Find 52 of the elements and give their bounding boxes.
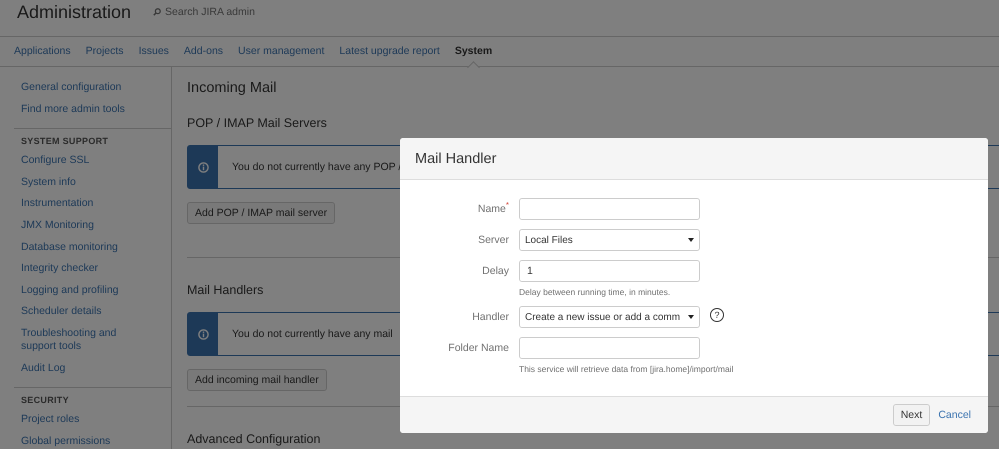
nav-tab[interactable]: Projects <box>86 37 124 66</box>
select-field[interactable]: Create a new issue or add a comm <box>519 306 700 328</box>
text-field[interactable] <box>519 337 700 359</box>
nav-tab[interactable]: Applications <box>14 37 71 66</box>
sidebar-link[interactable]: System info <box>21 176 151 189</box>
sidebar-link[interactable]: Find more admin tools <box>21 102 151 116</box>
dialog-title: Mail Handler <box>400 138 988 180</box>
text-field[interactable] <box>519 198 700 220</box>
caret-icon <box>688 315 694 319</box>
sidebar-link[interactable]: Project roles <box>21 413 151 426</box>
sidebar-link[interactable]: Troubleshooting and support tools <box>21 326 151 353</box>
field-hint: Delay between running time, in minutes. <box>519 287 670 297</box>
sidebar-link[interactable]: Database monitoring <box>21 240 151 254</box>
sidebar-link[interactable]: Global permissions <box>21 434 151 448</box>
sidebar-link[interactable]: JMX Monitoring <box>21 218 151 232</box>
select-field[interactable]: Local Files <box>519 229 700 251</box>
sidebar-link[interactable]: General configuration <box>21 81 151 94</box>
field-label: Folder Name <box>447 341 509 356</box>
text-field[interactable]: 1 <box>519 260 700 282</box>
nav-tab[interactable]: Latest upgrade report <box>339 37 440 66</box>
sidebar-link[interactable]: Scheduler details <box>21 305 151 318</box>
sidebar-heading: SECURITY <box>21 395 70 406</box>
next-button[interactable]: Next <box>892 404 930 426</box>
cancel-link[interactable]: Cancel <box>938 409 971 421</box>
page-heading: Incoming Mail <box>187 80 278 96</box>
sidebar-link[interactable]: Integrity checker <box>21 262 151 276</box>
nav-tab[interactable]: User management <box>238 37 324 66</box>
caret-icon <box>688 238 694 242</box>
add-button[interactable]: Add POP / IMAP mail server <box>187 202 336 224</box>
section-heading: Mail Handlers <box>187 283 264 297</box>
field-hint: This service will retrieve data from [jira.home]/import/mail <box>519 364 734 374</box>
sidebar-heading: SYSTEM SUPPORT <box>21 136 110 146</box>
nav-tab[interactable]: Add-ons <box>184 37 224 66</box>
help-icon[interactable]: ? <box>710 308 724 322</box>
sidebar-link[interactable]: Configure SSL <box>21 154 151 168</box>
info-icon <box>198 328 208 340</box>
page-title: Administration <box>17 2 132 22</box>
field-label: Delay <box>481 264 509 279</box>
nav-tab[interactable]: Issues <box>138 37 169 66</box>
field-label: Handler <box>471 310 509 325</box>
info-icon <box>198 162 208 172</box>
sidebar-link[interactable]: Logging and profiling <box>21 284 151 297</box>
search-icon <box>153 8 162 16</box>
sidebar-link[interactable]: Instrumentation <box>21 197 151 210</box>
sidebar-link[interactable]: Audit Log <box>21 362 151 375</box>
add-button[interactable]: Add incoming mail handler <box>187 369 327 391</box>
section-heading: POP / IMAP Mail Servers <box>187 116 327 130</box>
search-field[interactable]: Search JIRA admin <box>153 6 255 18</box>
message-text: You do not currently have any mail <box>231 327 393 342</box>
field-label: Name$^{*}$ <box>476 200 509 217</box>
field-label: Server <box>477 233 509 248</box>
section-heading: Advanced Configuration <box>187 432 320 446</box>
